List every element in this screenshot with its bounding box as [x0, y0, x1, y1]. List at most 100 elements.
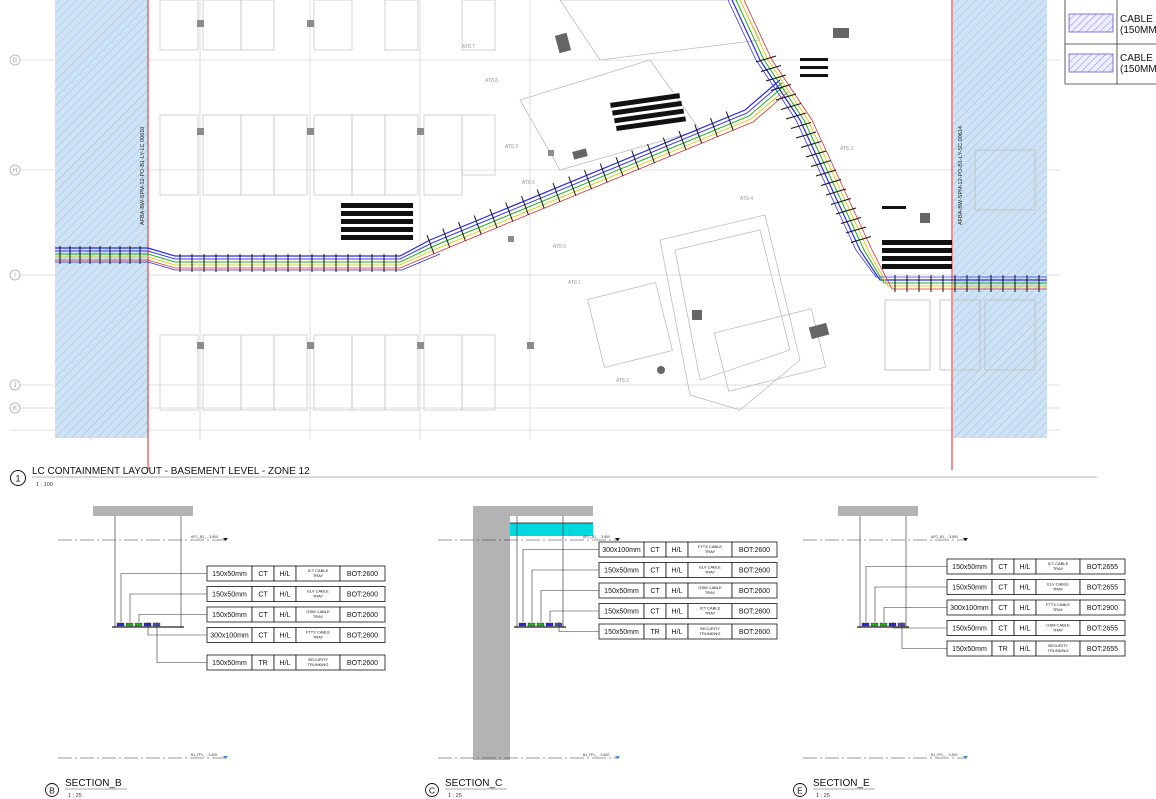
- cell-desc: TRAY: [313, 594, 324, 599]
- room-tag: AT8.2: [616, 378, 629, 384]
- leader-line: [138, 614, 207, 622]
- level-marker: [615, 538, 620, 541]
- cell-desc: TRAY: [313, 635, 324, 640]
- cell-text: 150x50mm: [952, 646, 987, 653]
- cell-text: H/L: [1020, 564, 1031, 571]
- cell-text: H/L: [280, 571, 291, 578]
- cell-text: BOT:2600: [739, 588, 770, 595]
- plan-title: LC CONTAINMENT LAYOUT - BASEMENT LEVEL -…: [32, 466, 310, 477]
- grid-label: G: [13, 58, 18, 64]
- legend-label: CABLE: [1120, 53, 1153, 64]
- level-bottom-label: B1_FFL_ - 3.400: [191, 753, 217, 757]
- parking-bays: [159, 0, 496, 411]
- schedule-row: 150x50mm CT H/LICT CABLETRAY BOT:2600: [206, 565, 386, 582]
- cell-text: TR: [258, 660, 267, 667]
- cell-text: BOT:2655: [1087, 646, 1118, 653]
- cell-text: H/L: [672, 629, 683, 636]
- level-top-label: AFC_B1_ - 3.800: [583, 535, 610, 539]
- structural-columns: [87, 20, 1047, 367]
- leader-line: [865, 566, 947, 622]
- room-tag: AT8.7: [462, 44, 475, 50]
- cell-text: H/L: [1020, 626, 1031, 633]
- room-tag: AT8.6: [522, 180, 535, 186]
- cell-text: H/L: [672, 547, 683, 554]
- section-marker-letter: E: [797, 786, 803, 796]
- room-tag: AT8.5: [553, 244, 566, 250]
- section-scale: 1 : 25: [448, 793, 462, 799]
- cell-text: H/L: [1020, 585, 1031, 592]
- cable-tray: [879, 622, 888, 627]
- schedule-row: 150x50mm CT H/LELV CABLETRAY BOT:2600: [206, 586, 386, 602]
- cable-tray: [518, 622, 527, 627]
- legend-swatch: [1068, 53, 1114, 73]
- level-marker: [963, 756, 968, 759]
- section-scale: 1 : 25: [68, 793, 82, 799]
- cell-text: 150x50mm: [952, 626, 987, 633]
- cell-text: BOT:2600: [347, 633, 378, 640]
- cell-text: BOT:2600: [347, 660, 378, 667]
- sheet-ref-right: AFBA-BW-SPM-12-PO-B1-LY-SC 00614: [958, 126, 964, 225]
- schedule-row: 300x100mm CT H/LFTTX CABLETRAY BOT:2600: [206, 627, 386, 643]
- cell-text: TR: [998, 646, 1007, 653]
- cable-tray: [861, 622, 870, 627]
- leader-line: [901, 622, 947, 649]
- right-hatched-zone: [953, 0, 1047, 438]
- cell-desc: TRAY: [1053, 628, 1064, 633]
- cell-text: CT: [258, 571, 268, 578]
- cell-text: CT: [258, 612, 268, 619]
- cell-desc: TRAY: [705, 590, 716, 595]
- building-grid: [10, 0, 1060, 440]
- leader-line: [531, 569, 599, 622]
- cell-desc: TRAY: [705, 611, 716, 616]
- cell-text: CT: [998, 564, 1008, 571]
- sections-layer: AFC_B1_ - 3.800B1_FFL_ - 3.400150x50mm CT…: [45, 506, 1126, 799]
- level-bottom-label: B1_FFL_ - 3.400: [931, 753, 957, 757]
- rotated-building: [519, 0, 827, 411]
- cell-desc: TRAY: [705, 549, 716, 554]
- room-tag: AT8.3: [840, 146, 853, 152]
- tray-support: [765, 74, 787, 82]
- legend-label: (150MM: [1120, 25, 1156, 36]
- cable-tray: [116, 622, 125, 627]
- legend-label: CABLE: [1120, 14, 1153, 25]
- level-bottom-label: B1_FFL_ - 3.400: [583, 753, 609, 757]
- grid-label: H: [13, 168, 17, 174]
- cell-text: BOT:2600: [347, 571, 378, 578]
- section-scale: 1 : 25: [816, 793, 830, 799]
- cell-text: 300x100mm: [602, 547, 641, 554]
- cell-text: CT: [650, 588, 660, 595]
- level-marker: [223, 538, 228, 541]
- cell-desc: TRAY: [1053, 607, 1064, 612]
- cell-text: BOT:2900: [1087, 605, 1118, 612]
- cell-text: BOT:2600: [739, 547, 770, 554]
- cell-text: CT: [650, 609, 660, 616]
- cell-desc: TRUNKING: [700, 631, 721, 636]
- cell-text: H/L: [1020, 605, 1031, 612]
- schedule-row: 150x50mm CT H/LICT CABLETRAY BOT:2655: [946, 558, 1126, 575]
- schedule-row: 150x50mm CT H/LELV CABLETRAY BOT:2600: [598, 562, 778, 578]
- leader-line: [549, 610, 599, 622]
- cell-text: CT: [258, 592, 268, 599]
- level-marker: [223, 756, 228, 759]
- cell-text: 150x50mm: [212, 660, 247, 667]
- cell-text: 150x50mm: [212, 612, 247, 619]
- level-marker: [615, 756, 620, 759]
- grid-label: K: [13, 406, 17, 412]
- cell-text: H/L: [1020, 646, 1031, 653]
- schedule-row: 300x100mm CT H/LFTTX CABLETRAY BOT:2600: [598, 541, 778, 558]
- section-title: SECTION_E: [813, 778, 870, 789]
- cable-containment-route: [55, 0, 1047, 290]
- cell-text: BOT:2655: [1087, 564, 1118, 571]
- cell-text: CT: [650, 568, 660, 575]
- cable-tray: [143, 622, 152, 627]
- level-top-label: AFC_B1_ - 3.800: [191, 535, 218, 539]
- section-marker-letter: B: [49, 786, 55, 796]
- room-tag: AT8.8: [485, 78, 498, 84]
- cell-text: BOT:2600: [739, 629, 770, 636]
- slab: [838, 506, 918, 516]
- plan-number: 1: [15, 474, 20, 484]
- slab: [93, 506, 193, 516]
- schedule-row: 150x50mm CT H/LGSM CABLETRAY BOT:2600: [206, 606, 386, 623]
- cable-tray: [152, 622, 161, 627]
- cable-tray: [134, 622, 143, 627]
